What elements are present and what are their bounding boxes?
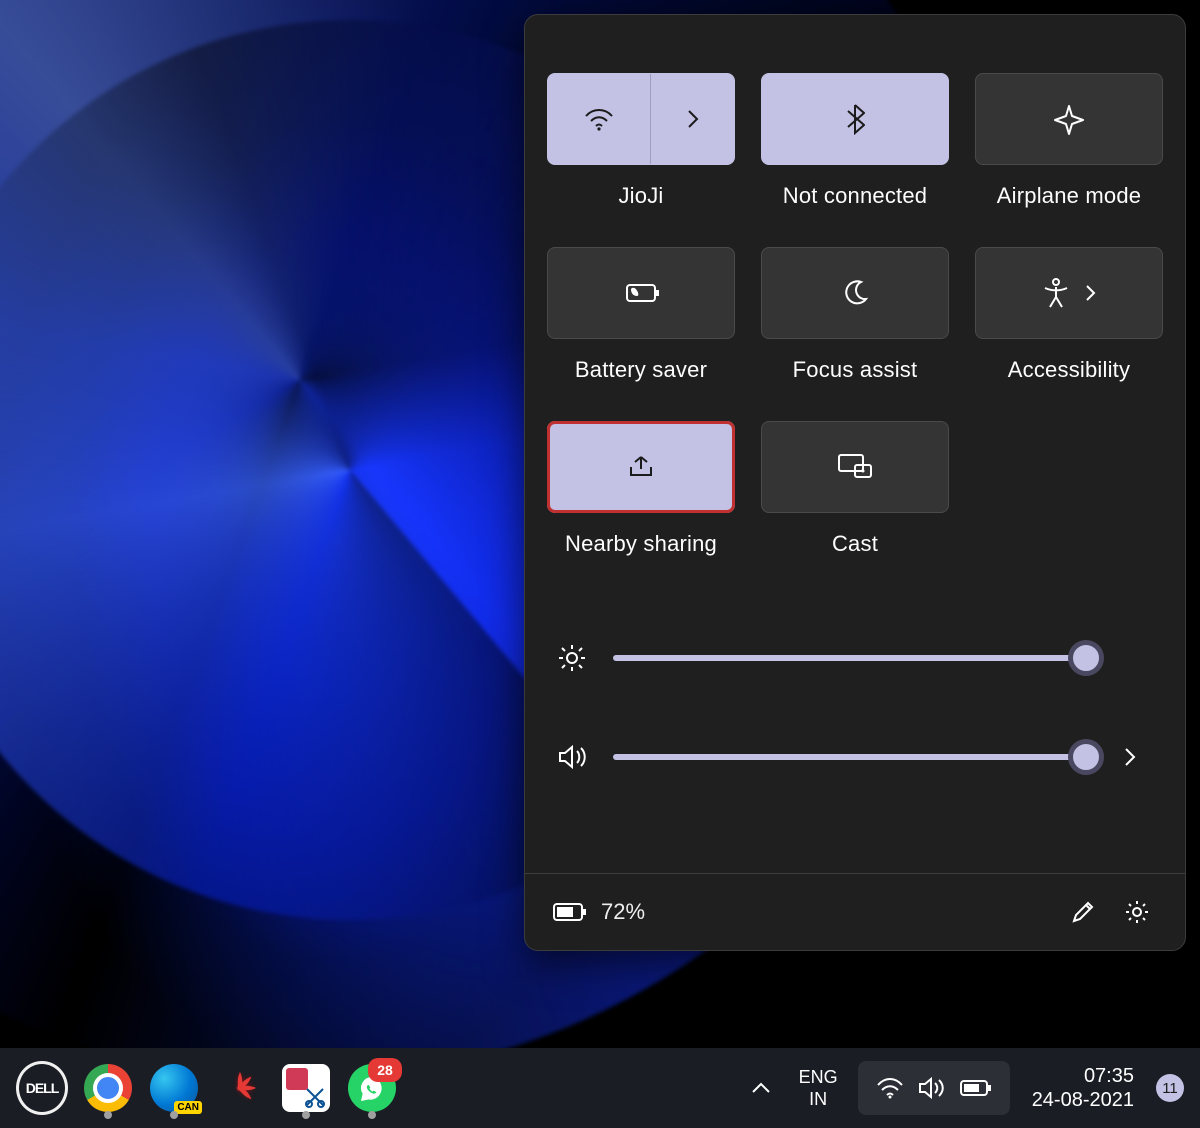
wifi-toggle[interactable] <box>548 74 650 164</box>
chevron-up-icon <box>750 1081 772 1095</box>
dell-icon: DELL <box>16 1061 68 1115</box>
chevron-right-icon <box>685 107 701 131</box>
brightness-slider[interactable] <box>613 655 1101 661</box>
airplane-mode-label: Airplane mode <box>997 183 1141 209</box>
settings-button[interactable] <box>1117 892 1157 932</box>
brightness-slider-thumb[interactable] <box>1068 640 1104 676</box>
quick-settings-panel: JioJi Not connected Airplane mode <box>524 14 1186 951</box>
battery-saver-label: Battery saver <box>575 357 707 383</box>
taskbar-app-huawei[interactable] <box>214 1062 266 1114</box>
taskbar-app-dell[interactable]: DELL <box>16 1062 68 1114</box>
taskbar-system-tray[interactable] <box>858 1061 1010 1115</box>
quick-settings-footer: 72% <box>525 873 1185 950</box>
accessibility-tile[interactable] <box>975 247 1163 339</box>
chrome-icon <box>84 1064 132 1112</box>
wifi-icon <box>584 107 614 131</box>
taskbar-app-chrome[interactable] <box>82 1062 134 1114</box>
volume-icon <box>557 743 591 771</box>
volume-slider[interactable] <box>613 754 1101 760</box>
cast-icon <box>837 453 873 481</box>
wifi-expand-button[interactable] <box>650 74 735 164</box>
taskbar-app-whatsapp[interactable]: 28 <box>346 1062 398 1114</box>
gear-icon <box>1123 898 1151 926</box>
bluetooth-label: Not connected <box>783 183 927 209</box>
volume-slider-thumb[interactable] <box>1068 739 1104 775</box>
wifi-icon <box>876 1077 904 1099</box>
clock-date: 24-08-2021 <box>1032 1088 1134 1112</box>
cast-tile[interactable] <box>761 421 949 513</box>
accessibility-label: Accessibility <box>1008 357 1130 383</box>
volume-slider-row <box>557 743 1153 771</box>
battery-saver-tile[interactable] <box>547 247 735 339</box>
lang-primary: ENG <box>799 1066 838 1088</box>
volume-output-button[interactable] <box>1123 746 1153 768</box>
accessibility-icon <box>1042 277 1070 309</box>
whatsapp-badge: 28 <box>368 1058 402 1082</box>
battery-icon <box>553 902 587 922</box>
chevron-right-icon <box>1084 284 1096 302</box>
taskbar: DELL CAN 28 ENG IN <box>0 1048 1200 1128</box>
moon-icon <box>841 279 869 307</box>
wifi-tile[interactable] <box>547 73 735 165</box>
taskbar-language-switch[interactable]: ENG IN <box>799 1066 838 1110</box>
edit-quick-settings-button[interactable] <box>1063 892 1103 932</box>
focus-assist-tile[interactable] <box>761 247 949 339</box>
cast-label: Cast <box>832 531 878 557</box>
nearby-sharing-label: Nearby sharing <box>565 531 717 557</box>
wifi-label: JioJi <box>618 183 663 209</box>
battery-icon <box>960 1079 992 1097</box>
pencil-icon <box>1070 899 1096 925</box>
share-icon <box>625 453 657 481</box>
battery-saver-icon <box>621 281 661 305</box>
edge-icon: CAN <box>150 1064 198 1112</box>
lang-secondary: IN <box>809 1088 827 1110</box>
nearby-sharing-tile[interactable] <box>547 421 735 513</box>
battery-percentage: 72% <box>601 899 645 925</box>
snipping-tool-icon <box>282 1064 330 1112</box>
taskbar-app-edge-canary[interactable]: CAN <box>148 1062 200 1114</box>
notification-count: 11 <box>1162 1080 1178 1097</box>
volume-icon <box>918 1076 946 1100</box>
brightness-icon <box>557 643 591 673</box>
taskbar-app-snipping-tool[interactable] <box>280 1062 332 1114</box>
focus-assist-label: Focus assist <box>793 357 918 383</box>
huawei-icon <box>216 1064 264 1112</box>
brightness-slider-row <box>557 643 1153 673</box>
taskbar-clock[interactable]: 07:35 24-08-2021 <box>1032 1064 1134 1112</box>
bluetooth-icon <box>845 103 865 135</box>
bluetooth-tile[interactable] <box>761 73 949 165</box>
clock-time: 07:35 <box>1084 1064 1134 1088</box>
airplane-mode-tile[interactable] <box>975 73 1163 165</box>
taskbar-overflow-button[interactable] <box>743 1062 779 1114</box>
taskbar-notification-badge[interactable]: 11 <box>1156 1074 1184 1102</box>
airplane-icon <box>1053 103 1085 135</box>
